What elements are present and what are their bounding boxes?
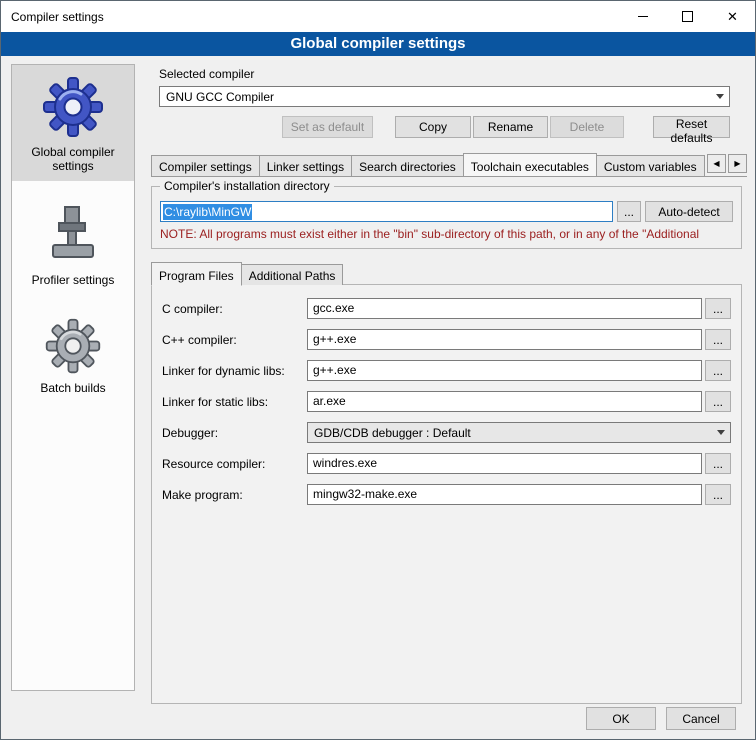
maximize-icon: [682, 11, 693, 22]
tab-scroll-right-button[interactable]: ▶: [728, 154, 747, 173]
chevron-down-icon: [711, 87, 729, 106]
install-dir-row: C:\raylib\MinGW ... Auto-detect: [160, 201, 733, 222]
program-files-tabstrip: Program FilesAdditional Paths: [151, 262, 747, 285]
c-compiler-input[interactable]: g++.exe: [307, 329, 702, 350]
profiler-icon: [41, 203, 105, 267]
maximize-button[interactable]: [665, 1, 710, 32]
minimize-button[interactable]: [620, 1, 665, 32]
tab-compiler-settings[interactable]: Compiler settings: [151, 155, 260, 176]
dialog-footer: OK Cancel: [586, 707, 736, 730]
compiler-select[interactable]: GNU GCC Compiler: [159, 86, 730, 107]
tab-buil[interactable]: Buil: [704, 155, 705, 176]
tab-scroll-left-button[interactable]: ◀: [707, 154, 726, 173]
reset-defaults-button[interactable]: Reset defaults: [653, 116, 730, 138]
linker-for-dynamic-libs-input[interactable]: g++.exe: [307, 360, 702, 381]
field-label-c-compiler: C compiler:: [162, 302, 307, 316]
sidebar-item-global-compiler-settings[interactable]: Global compiler settings: [12, 65, 134, 181]
field-label-debugger: Debugger:: [162, 426, 307, 440]
copy-button[interactable]: Copy: [395, 116, 471, 138]
field-label-c-compiler: C++ compiler:: [162, 333, 307, 347]
form-row-resource-compiler: Resource compiler:windres.exe...: [162, 453, 731, 474]
make-program-browse-button[interactable]: ...: [705, 484, 731, 505]
debugger-select-value: GDB/CDB debugger : Default: [308, 426, 712, 440]
field-label-resource-compiler: Resource compiler:: [162, 457, 307, 471]
tab-linker-settings[interactable]: Linker settings: [259, 155, 352, 176]
settings-sidebar: Global compiler settings Profiler settin…: [11, 64, 135, 691]
sidebar-item-profiler-settings[interactable]: Profiler settings: [12, 193, 134, 295]
window-title: Compiler settings: [1, 10, 620, 24]
settings-content: Selected compiler GNU GCC Compiler Set a…: [151, 63, 747, 704]
close-icon: ✕: [727, 10, 738, 23]
linker-for-dynamic-libs-browse-button[interactable]: ...: [705, 360, 731, 381]
tab-custom-variables[interactable]: Custom variables: [596, 155, 705, 176]
chevron-down-icon: [712, 423, 730, 442]
sidebar-item-label: Global compiler settings: [14, 145, 132, 173]
settings-tabstrip: Compiler settingsLinker settingsSearch d…: [151, 152, 747, 177]
auto-detect-button[interactable]: Auto-detect: [645, 201, 733, 222]
linker-for-static-libs-input[interactable]: ar.exe: [307, 391, 702, 412]
install-dir-group-title: Compiler's installation directory: [160, 179, 334, 193]
install-dir-input[interactable]: C:\raylib\MinGW: [160, 201, 613, 222]
ok-button[interactable]: OK: [586, 707, 656, 730]
delete-button: Delete: [550, 116, 624, 138]
cancel-button[interactable]: Cancel: [666, 707, 736, 730]
compiler-select-value: GNU GCC Compiler: [160, 90, 711, 104]
subtab-additional-paths[interactable]: Additional Paths: [241, 264, 344, 285]
install-dir-browse-button[interactable]: ...: [617, 201, 641, 222]
sidebar-item-batch-builds[interactable]: Batch builds: [12, 307, 134, 403]
minimize-icon: [638, 16, 648, 17]
tab-toolchain-executables[interactable]: Toolchain executables: [463, 153, 597, 176]
field-label-make-program: Make program:: [162, 488, 307, 502]
form-row-make-program: Make program:mingw32-make.exe...: [162, 484, 731, 505]
resource-compiler-browse-button[interactable]: ...: [705, 453, 731, 474]
program-files-panel: C compiler:gcc.exe...C++ compiler:g++.ex…: [151, 284, 742, 704]
form-row-c-compiler: C++ compiler:g++.exe...: [162, 329, 731, 350]
compiler-settings-window: Compiler settings ✕ Global compiler sett…: [0, 0, 756, 740]
c-compiler-input[interactable]: gcc.exe: [307, 298, 702, 319]
form-row-linker-for-dynamic-libs: Linker for dynamic libs:g++.exe...: [162, 360, 731, 381]
c-compiler-browse-button[interactable]: ...: [705, 329, 731, 350]
batch-builds-gear-icon: [44, 317, 102, 375]
field-label-linker-for-static-libs: Linker for static libs:: [162, 395, 307, 409]
compiler-action-buttons: Set as default Copy Rename Delete Reset …: [159, 116, 730, 138]
tab-search-directories[interactable]: Search directories: [351, 155, 464, 176]
install-dir-group: Compiler's installation directory C:\ray…: [151, 186, 742, 249]
form-row-c-compiler: C compiler:gcc.exe...: [162, 298, 731, 319]
field-label-linker-for-dynamic-libs: Linker for dynamic libs:: [162, 364, 307, 378]
settings-tabs: Compiler settingsLinker settingsSearch d…: [151, 152, 705, 176]
sidebar-item-label: Profiler settings: [14, 273, 132, 287]
subtab-program-files[interactable]: Program Files: [151, 262, 242, 286]
form-row-linker-for-static-libs: Linker for static libs:ar.exe...: [162, 391, 731, 412]
rename-button[interactable]: Rename: [473, 116, 548, 138]
make-program-input[interactable]: mingw32-make.exe: [307, 484, 702, 505]
form-row-debugger: Debugger:GDB/CDB debugger : Default: [162, 422, 731, 443]
compiler-gear-icon: [41, 75, 105, 139]
debugger-select[interactable]: GDB/CDB debugger : Default: [307, 422, 731, 443]
install-dir-note: NOTE: All programs must exist either in …: [160, 227, 733, 241]
sidebar-item-label: Batch builds: [14, 381, 132, 395]
c-compiler-browse-button[interactable]: ...: [705, 298, 731, 319]
titlebar: Compiler settings ✕: [1, 1, 755, 32]
close-button[interactable]: ✕: [710, 1, 755, 32]
resource-compiler-input[interactable]: windres.exe: [307, 453, 702, 474]
selected-compiler-label: Selected compiler: [159, 67, 747, 81]
linker-for-static-libs-browse-button[interactable]: ...: [705, 391, 731, 412]
page-title: Global compiler settings: [1, 32, 755, 56]
set-as-default-button: Set as default: [282, 116, 373, 138]
install-dir-value: C:\raylib\MinGW: [163, 204, 252, 220]
